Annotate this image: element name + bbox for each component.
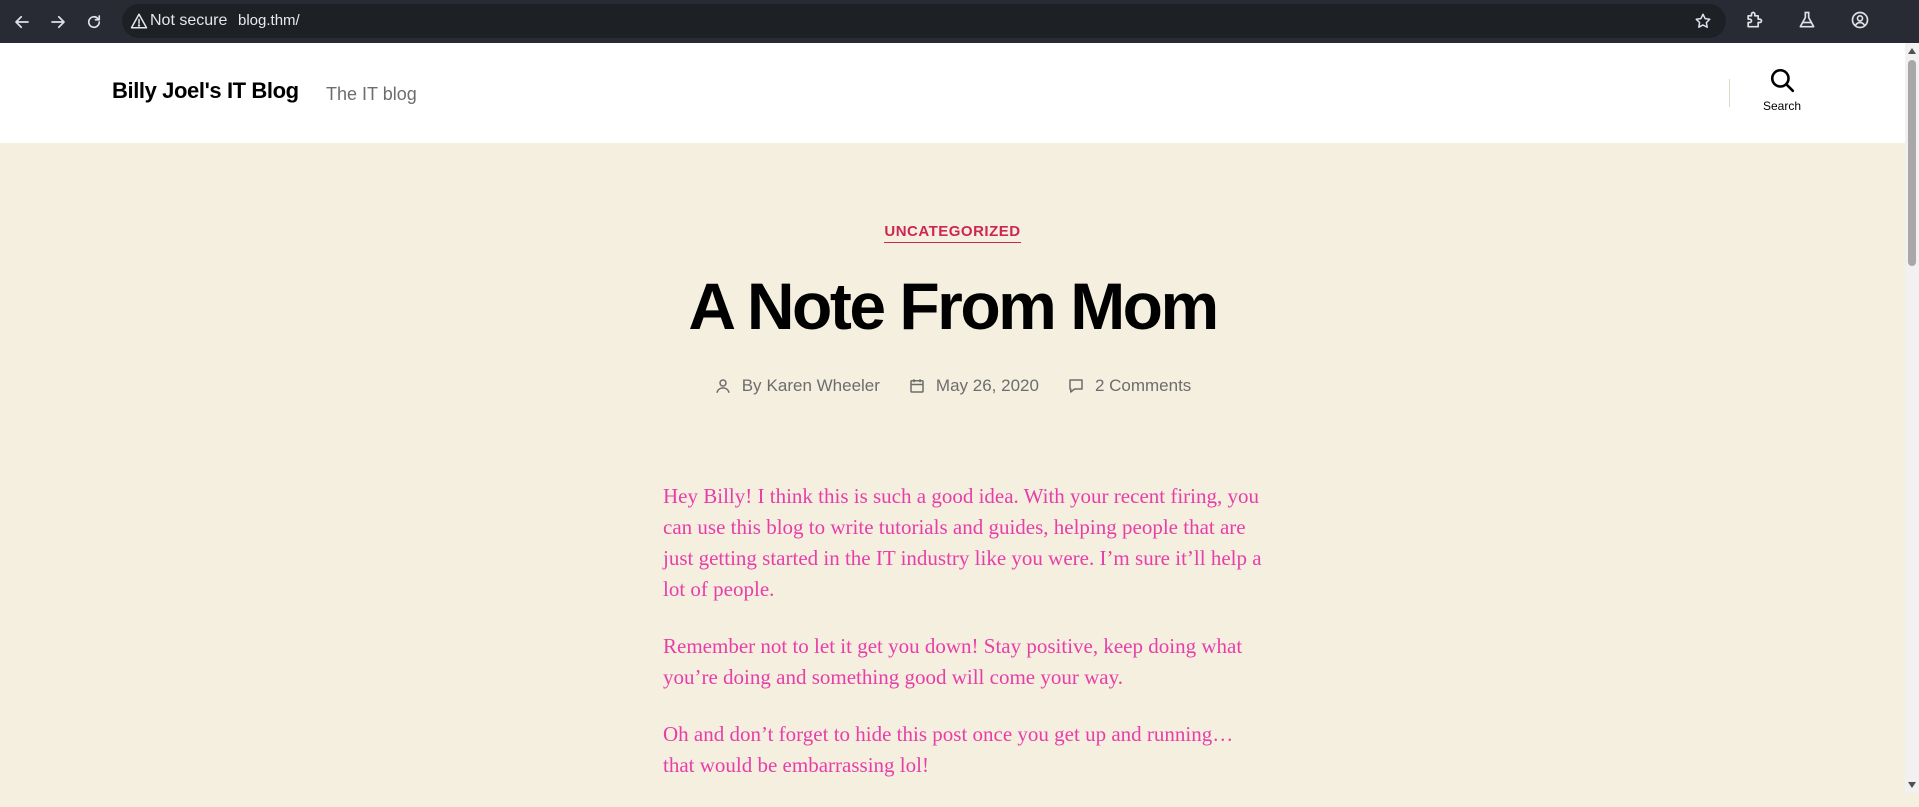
post-title: A Note From Mom: [688, 269, 1219, 343]
url-text[interactable]: blog.thm/: [238, 12, 300, 30]
content-paragraph: Remember not to let it get you down! Sta…: [663, 634, 1243, 689]
user-icon: [715, 379, 730, 393]
content-paragraph: Hey Billy! I think this is such a good i…: [663, 484, 1262, 601]
comment-icon: [1069, 379, 1083, 393]
post-date: May 26, 2020: [908, 376, 1039, 396]
search-label: Search: [1762, 99, 1802, 113]
search-button[interactable]: Search: [1752, 67, 1812, 123]
scroll-down-arrow[interactable]: [1908, 782, 1916, 788]
back-icon: [15, 15, 29, 29]
star-icon[interactable]: [1694, 12, 1712, 30]
post-content: Hey Billy! I think this is such a good i…: [663, 481, 1263, 807]
forward-icon: [51, 15, 65, 29]
address-bar[interactable]: Not secure blog.thm/: [122, 4, 1726, 38]
browser-toolbar: Not secure blog.thm/: [0, 0, 1919, 43]
page-scrollbar[interactable]: [1905, 43, 1919, 793]
back-button[interactable]: [7, 7, 37, 37]
extensions-icon[interactable]: [1744, 10, 1764, 30]
warning-icon[interactable]: [130, 12, 148, 30]
comments-link[interactable]: 2 Comments: [1095, 376, 1191, 396]
labs-icon[interactable]: [1797, 10, 1817, 30]
scroll-up-arrow[interactable]: [1908, 48, 1916, 54]
post-comments: 2 Comments: [1067, 376, 1191, 396]
profile-icon[interactable]: [1850, 10, 1870, 30]
content-paragraph: Oh and don’t forget to hide this post on…: [663, 722, 1234, 777]
forward-button[interactable]: [43, 7, 73, 37]
site-header: Billy Joel's IT Blog The IT blog Search: [0, 43, 1905, 143]
post-category: UNCATEGORIZED: [0, 223, 1905, 243]
calendar-icon: [910, 379, 924, 393]
search-icon: [1770, 68, 1795, 93]
site-title[interactable]: Billy Joel's IT Blog: [112, 78, 299, 104]
security-status[interactable]: Not secure: [150, 12, 227, 30]
date-link[interactable]: May 26, 2020: [936, 376, 1039, 396]
category-link[interactable]: UNCATEGORIZED: [884, 223, 1021, 243]
scroll-thumb[interactable]: [1908, 60, 1916, 266]
header-divider: [1729, 79, 1730, 107]
reload-icon: [87, 15, 101, 29]
author-link[interactable]: Karen Wheeler: [767, 376, 880, 396]
author-prefix: By: [741, 376, 762, 395]
reload-button[interactable]: [79, 7, 109, 37]
site-description: The IT blog: [326, 84, 417, 104]
post-author: By Karen Wheeler: [714, 376, 880, 396]
post-meta: By Karen Wheeler May 26, 2020 2 Comments: [0, 376, 1905, 396]
